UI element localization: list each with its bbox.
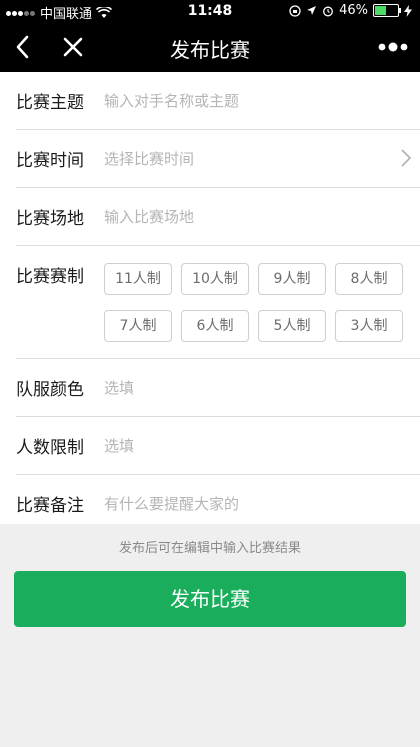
battery-percent: 46% xyxy=(339,3,368,18)
alarm-icon xyxy=(323,6,334,16)
format-option-11[interactable]: 11人制 xyxy=(104,263,172,295)
notes-label: 比赛备注 xyxy=(16,496,84,516)
format-option-9[interactable]: 9人制 xyxy=(258,263,326,295)
battery-icon xyxy=(373,4,401,17)
format-label: 比赛赛制 xyxy=(16,267,84,287)
theme-label: 比赛主题 xyxy=(16,93,84,113)
publish-button[interactable]: 发布比赛 xyxy=(14,571,406,627)
format-option-10[interactable]: 10人制 xyxy=(181,263,249,295)
form-row-limit[interactable]: 人数限制 选填 xyxy=(16,417,420,475)
form-row-time[interactable]: 比赛时间 选择比赛时间 xyxy=(16,130,420,188)
match-form: 比赛主题 输入对手名称或主题 比赛时间 选择比赛时间 比赛场地 输入比赛场地 比… xyxy=(0,72,420,524)
format-option-7[interactable]: 7人制 xyxy=(104,310,172,342)
format-option-5[interactable]: 5人制 xyxy=(258,310,326,342)
notes-input[interactable]: 有什么要提醒大家的 xyxy=(104,493,239,514)
page-title: 发布比赛 xyxy=(170,38,250,62)
orientation-lock-icon xyxy=(289,4,301,17)
form-row-notes[interactable]: 比赛备注 有什么要提醒大家的 xyxy=(16,475,420,532)
charging-icon xyxy=(404,4,412,17)
format-option-8[interactable]: 8人制 xyxy=(335,263,403,295)
time-label: 比赛时间 xyxy=(16,151,84,171)
theme-input[interactable]: 输入对手名称或主题 xyxy=(104,90,239,111)
format-options: 11人制 10人制 9人制 8人制 7人制 6人制 5人制 3人制 xyxy=(104,263,404,342)
top-bar: 中国联通 11:48 46% 发布比赛 xyxy=(0,0,420,72)
jersey-label: 队服颜色 xyxy=(16,380,84,400)
navigation-bar: 发布比赛 xyxy=(0,22,420,72)
form-row-jersey[interactable]: 队服颜色 选填 xyxy=(16,359,420,417)
format-option-6[interactable]: 6人制 xyxy=(181,310,249,342)
status-bar: 中国联通 11:48 46% xyxy=(0,0,420,22)
venue-input[interactable]: 输入比赛场地 xyxy=(104,206,194,227)
form-row-theme[interactable]: 比赛主题 输入对手名称或主题 xyxy=(16,72,420,130)
form-row-format: 比赛赛制 11人制 10人制 9人制 8人制 7人制 6人制 5人制 3人制 xyxy=(16,246,420,359)
form-row-venue[interactable]: 比赛场地 输入比赛场地 xyxy=(16,188,420,246)
venue-label: 比赛场地 xyxy=(16,209,84,229)
publish-hint: 发布后可在编辑中输入比赛结果 xyxy=(118,541,301,556)
status-right: 46% xyxy=(289,3,412,18)
jersey-input[interactable]: 选填 xyxy=(104,377,134,398)
location-icon xyxy=(307,6,317,15)
format-option-3[interactable]: 3人制 xyxy=(335,310,403,342)
more-icon[interactable] xyxy=(378,40,408,54)
limit-label: 人数限制 xyxy=(16,438,84,458)
time-picker[interactable]: 选择比赛时间 xyxy=(104,148,194,169)
chevron-right-icon xyxy=(401,149,412,167)
limit-input[interactable]: 选填 xyxy=(104,435,134,456)
